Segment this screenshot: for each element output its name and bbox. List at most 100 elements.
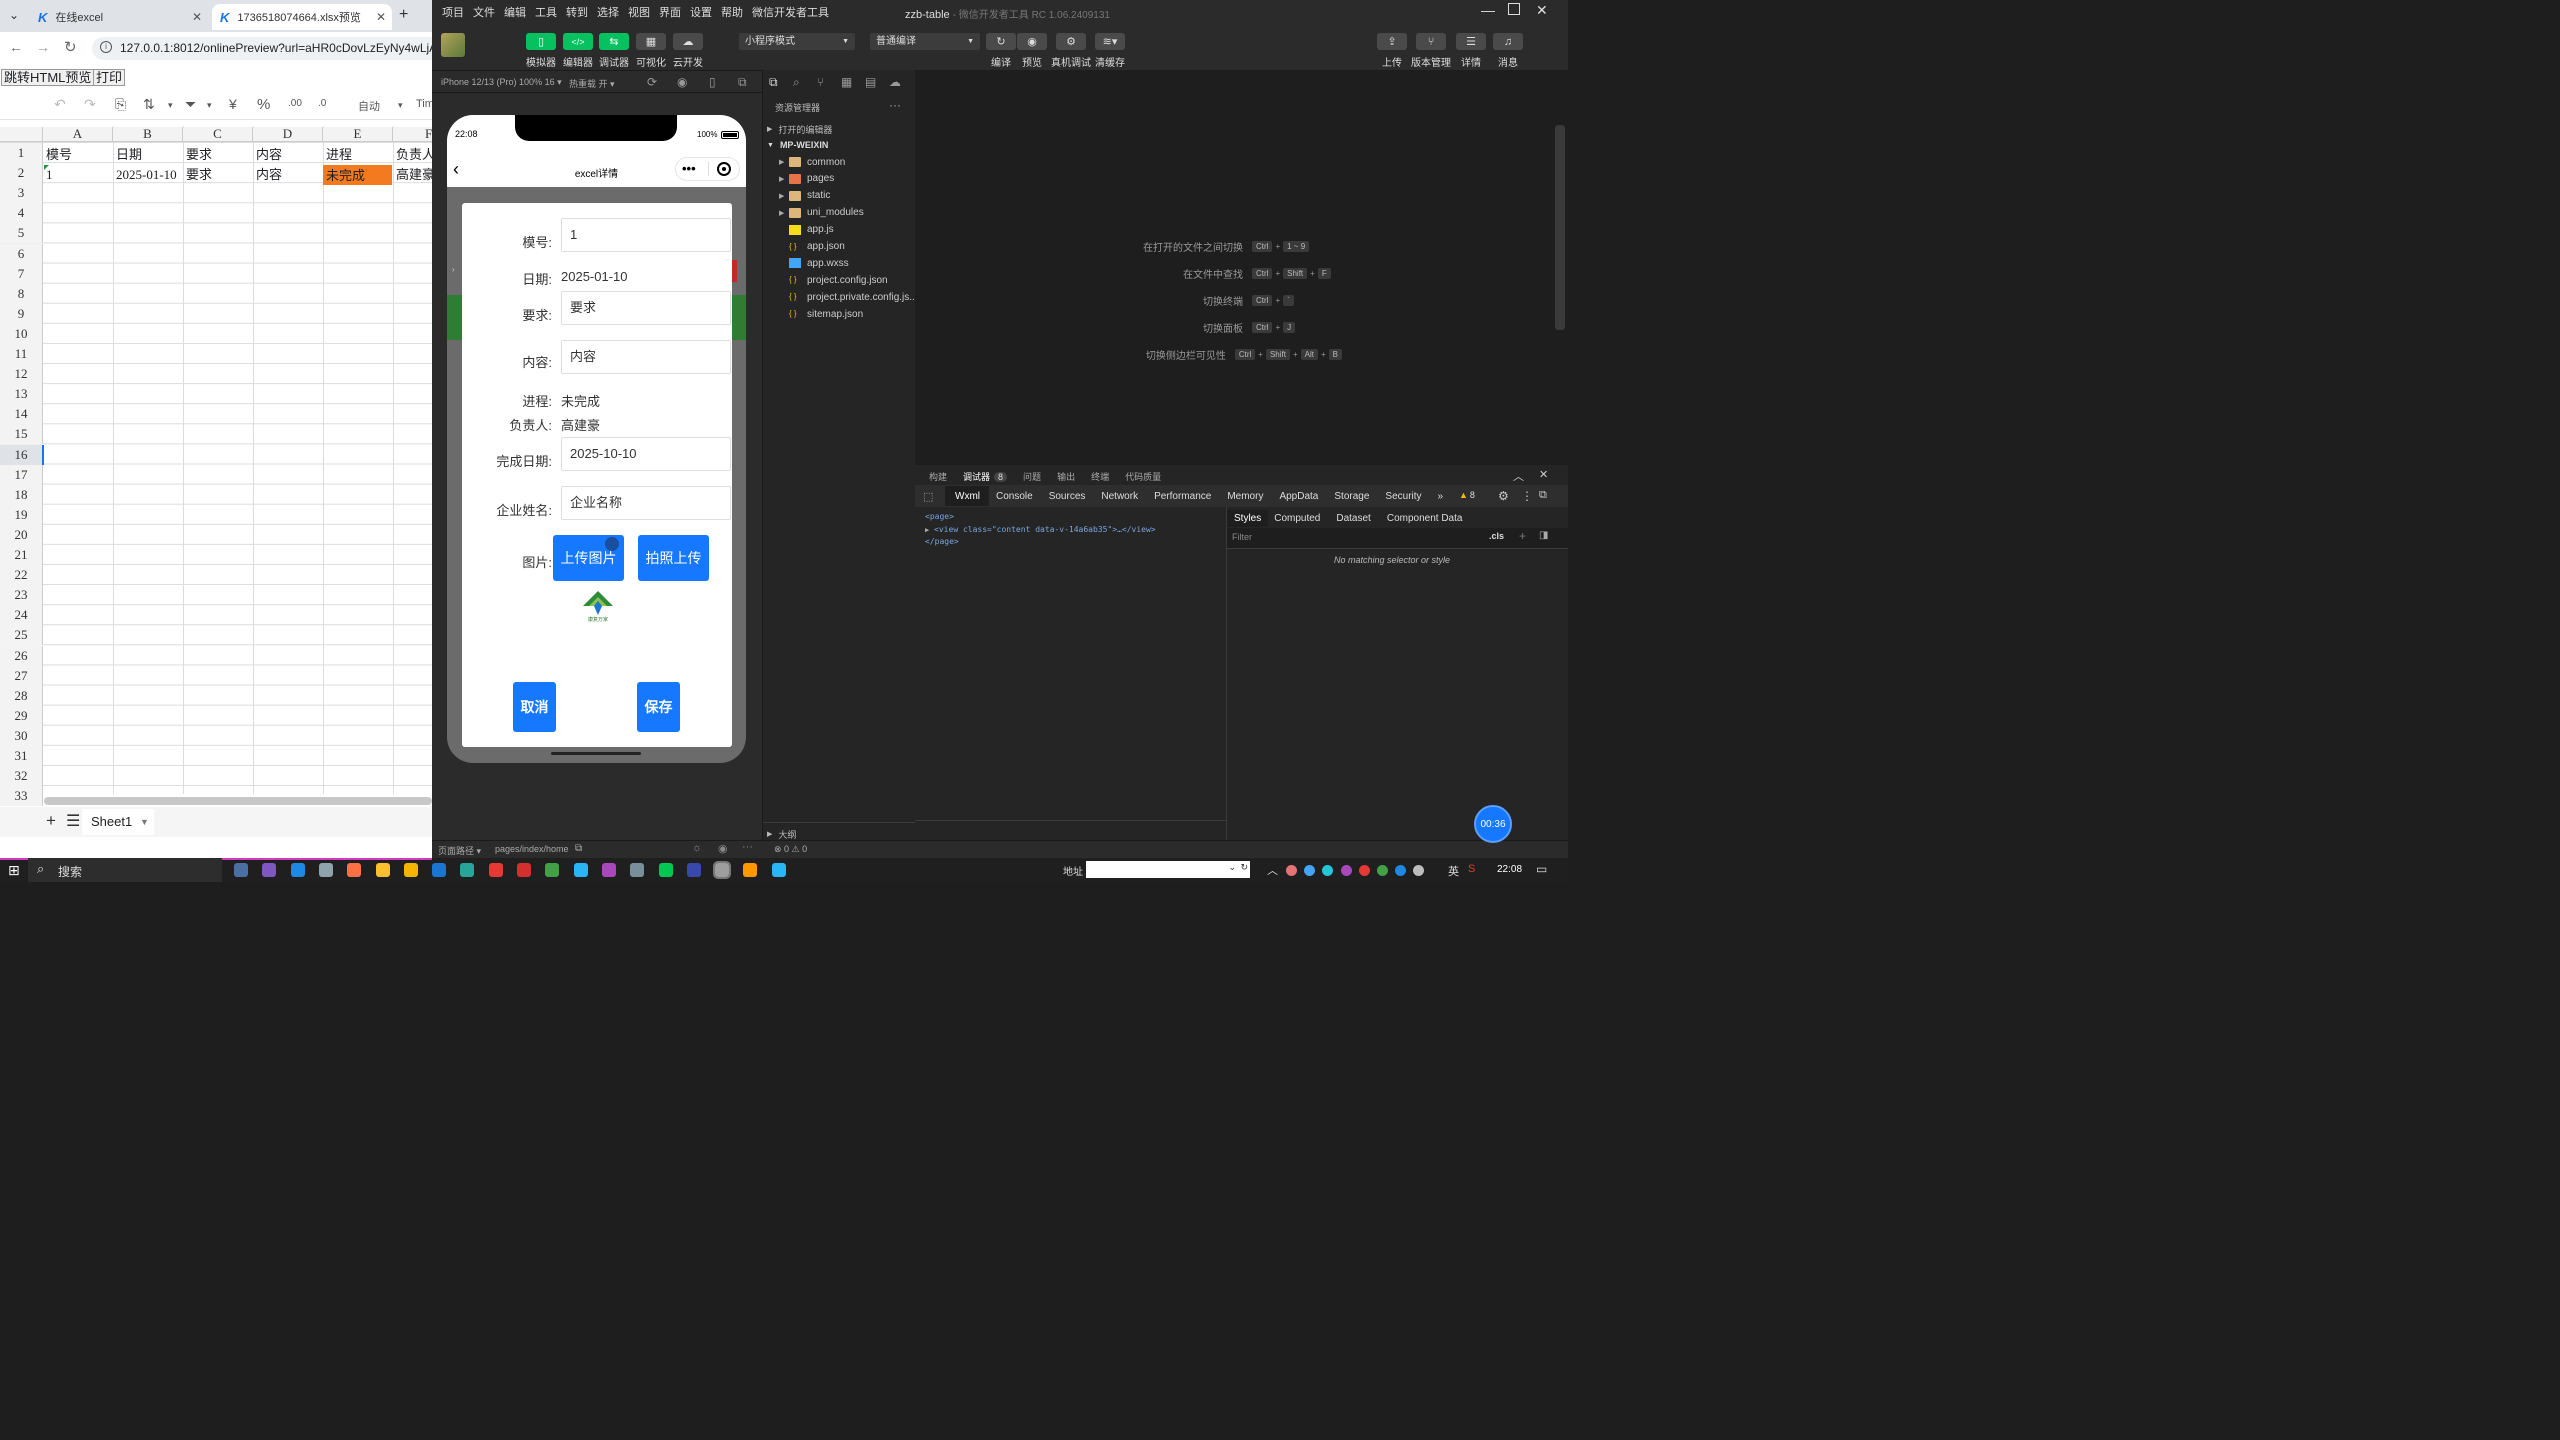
row-number[interactable]: 30 <box>0 725 43 746</box>
decrease-decimal-icon[interactable]: .00 <box>288 98 302 109</box>
hot-reload-toggle[interactable]: 热重载 开 ▾ <box>569 77 615 90</box>
row-number[interactable]: 2 <box>0 163 43 184</box>
row-number[interactable]: 28 <box>0 685 43 706</box>
row-number[interactable]: 23 <box>0 585 43 606</box>
chrome-icon[interactable] <box>488 863 503 877</box>
editor-scrollbar[interactable] <box>1555 125 1565 330</box>
content-input[interactable]: 内容 <box>561 340 731 374</box>
warning-icon[interactable]: ▲ 8 <box>1459 490 1475 500</box>
mold-input[interactable]: 1 <box>561 218 731 252</box>
menu-item[interactable]: 工具 <box>535 4 557 20</box>
filter-icon[interactable]: ⏷ <box>185 96 196 113</box>
row-number[interactable]: 16 <box>0 444 43 465</box>
tree-item-static[interactable]: ▶ static <box>779 188 830 204</box>
tab-xlsx-preview[interactable]: K 1736518074664.xlsx预览 ✕ <box>212 4 392 30</box>
tab-problems[interactable]: 问题 <box>1023 470 1041 483</box>
tray-app-icon[interactable] <box>1358 865 1370 876</box>
row-number[interactable]: 1 <box>0 143 43 163</box>
tab-security[interactable]: Security <box>1385 491 1421 502</box>
wxml-line[interactable]: </page> <box>925 536 1156 549</box>
settings-gear-icon[interactable]: ⚙ <box>1498 489 1509 503</box>
wxml-line[interactable]: <page> <box>925 511 1156 524</box>
chevron-up-icon[interactable]: ︿ <box>1267 862 1278 878</box>
device-icon[interactable]: ▯ <box>709 75 716 89</box>
tree-item-project-private-config-js-[interactable]: { } project.private.config.js... <box>779 289 918 305</box>
cell-e1[interactable]: 进程 <box>323 144 393 164</box>
editor-toggle-icon[interactable]: </> <box>563 33 593 50</box>
back-icon[interactable]: ← <box>9 39 23 55</box>
bell-icon[interactable]: ♫ <box>1493 33 1523 50</box>
chevron-down-icon[interactable]: ▾ <box>207 100 212 111</box>
done-date-input[interactable]: 2025-10-10 <box>561 437 731 471</box>
cell-a1[interactable]: 模号 <box>43 144 113 164</box>
row-number[interactable]: 17 <box>0 464 43 485</box>
row-number[interactable]: 19 <box>0 504 43 525</box>
menu-item[interactable]: 文件 <box>473 4 495 20</box>
windows-start-icon[interactable]: ⊞ <box>8 862 20 879</box>
popout-icon[interactable]: ⧉ <box>738 75 747 90</box>
tab-memory[interactable]: Memory <box>1227 491 1263 502</box>
more-icon[interactable]: ··· <box>742 841 753 853</box>
app-icon[interactable] <box>290 863 305 877</box>
tree-item-app-json[interactable]: { } app.json <box>779 239 845 255</box>
column-header[interactable]: F <box>393 127 432 142</box>
format-painter-icon[interactable]: ⎘ <box>115 96 126 113</box>
save-button[interactable]: 保存 <box>637 682 680 732</box>
menu-item[interactable]: 选择 <box>597 4 619 20</box>
tray-app-icon[interactable] <box>1322 865 1334 876</box>
tab-code-quality[interactable]: 代码质量 <box>1125 470 1161 483</box>
cloud-icon[interactable]: ☁ <box>889 75 901 89</box>
layout-icon[interactable]: ▤ <box>865 75 876 89</box>
app-icon[interactable] <box>262 863 277 877</box>
tab-wxml[interactable]: Wxml <box>955 491 980 502</box>
sogou-icon[interactable]: S <box>1468 863 1475 875</box>
row-number[interactable]: 8 <box>0 283 43 304</box>
reload-icon[interactable]: ↻ <box>64 38 77 56</box>
menu-item[interactable]: 项目 <box>442 4 464 20</box>
refresh-icon[interactable]: ⟳ <box>647 75 657 89</box>
folder-icon[interactable] <box>403 863 418 877</box>
row-number[interactable]: 4 <box>0 203 43 224</box>
chevron-down-icon[interactable]: ▾ <box>168 100 173 111</box>
tab-debugger[interactable]: 调试器 <box>963 470 990 483</box>
row-number[interactable]: 21 <box>0 545 43 565</box>
cell-c2[interactable]: 要求 <box>183 164 253 184</box>
dock-icon[interactable]: ⧉ <box>1539 489 1547 502</box>
tree-item-common[interactable]: ▶ common <box>779 154 845 170</box>
error-warning-count[interactable]: ⊗ 0 ⚠ 0 <box>774 844 807 855</box>
row-number[interactable]: 22 <box>0 565 43 586</box>
font-name-select[interactable]: Tim <box>416 98 432 110</box>
kebab-menu-icon[interactable]: ⋮ <box>1521 489 1533 503</box>
row-number[interactable]: 29 <box>0 705 43 726</box>
row-number[interactable]: 33 <box>0 786 43 807</box>
maximize-icon[interactable] <box>1508 3 1520 15</box>
firefox-icon[interactable] <box>347 863 362 877</box>
close-window-icon[interactable]: ✕ <box>1536 2 1548 19</box>
volume-icon[interactable] <box>1413 865 1425 876</box>
tab-appdata[interactable]: AppData <box>1279 491 1318 502</box>
cell-e2[interactable]: 未完成 <box>323 165 392 185</box>
menu-item[interactable]: 视图 <box>628 4 650 20</box>
tab-network[interactable]: Network <box>1101 491 1138 502</box>
wxml-tree[interactable]: <page> ▶ <view class="content data-v-14a… <box>925 511 1156 549</box>
tab-build[interactable]: 构建 <box>929 470 947 483</box>
tab-sources[interactable]: Sources <box>1049 491 1086 502</box>
info-icon[interactable]: i <box>100 41 112 53</box>
tab-computed[interactable]: Computed <box>1274 513 1320 524</box>
percent-button[interactable]: % <box>257 96 270 113</box>
tree-item-project-config-json[interactable]: { } project.config.json <box>779 272 888 288</box>
more-icon[interactable]: ••• <box>682 161 696 176</box>
clear-cache-icon[interactable]: ≋▾ <box>1095 33 1125 50</box>
company-input[interactable]: 企业名称 <box>561 486 731 520</box>
sheet-list-icon[interactable]: ☰ <box>66 811 80 831</box>
search-icon[interactable]: ⌕ <box>793 75 800 90</box>
browser-icon[interactable] <box>573 863 588 877</box>
row-number[interactable]: 14 <box>0 404 43 425</box>
row-number[interactable]: 32 <box>0 766 43 787</box>
settings-icon[interactable] <box>318 863 333 877</box>
close-miniapp-icon[interactable] <box>717 162 731 176</box>
undo-icon[interactable]: ↶ <box>54 96 66 113</box>
cell-d2[interactable]: 内容 <box>253 164 323 184</box>
more-icon[interactable]: ··· <box>889 98 901 112</box>
menu-item[interactable]: 编辑 <box>504 4 526 20</box>
